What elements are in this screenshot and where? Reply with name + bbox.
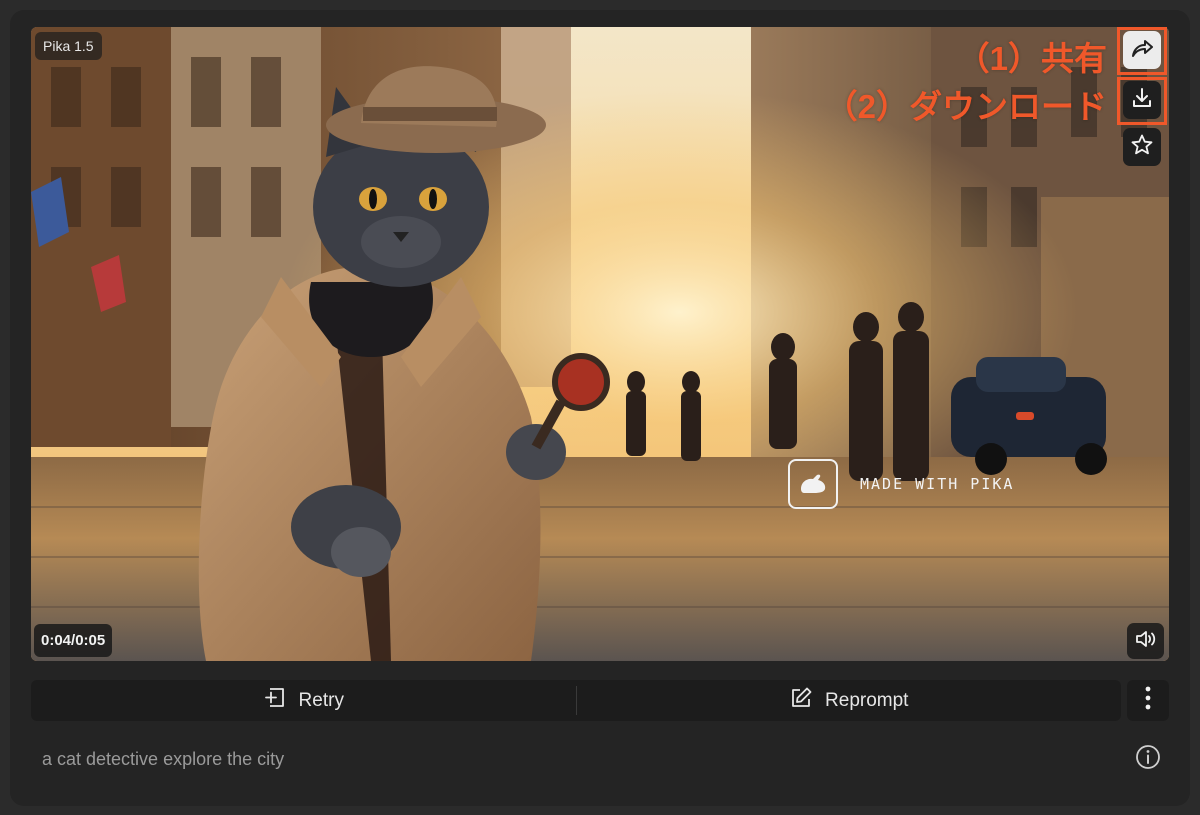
info-button[interactable] [1135,744,1161,775]
reprompt-button[interactable]: Reprompt [577,680,1122,721]
rabbit-logo-icon [788,459,838,509]
playback-timestamp: 0:04/0:05 [34,624,113,657]
model-version-badge: Pika 1.5 [35,32,102,60]
more-options-button[interactable] [1127,680,1169,721]
speaker-icon [1135,629,1157,654]
reprompt-label: Reprompt [825,689,909,711]
vertical-ellipsis-icon [1145,686,1151,715]
action-bar: Retry Reprompt [31,680,1121,721]
info-icon [1135,744,1161,775]
edit-icon [789,686,813,716]
prompt-text: a cat detective explore the city [42,749,285,769]
share-highlight-box [1117,27,1167,75]
watermark-text: MADE WITH PIKA [860,475,1015,493]
download-highlight-box [1117,77,1167,125]
volume-button[interactable] [1127,623,1164,659]
favorite-button[interactable] [1123,128,1161,166]
retry-button[interactable]: Retry [31,680,576,721]
star-icon [1130,133,1154,162]
retry-label: Retry [298,689,344,711]
share-annotation-label: （1）共有 [956,40,1107,77]
pika-watermark: MADE WITH PIKA [788,459,1014,509]
download-annotation-label: （2）ダウンロード [824,88,1107,125]
retry-icon [263,686,287,716]
